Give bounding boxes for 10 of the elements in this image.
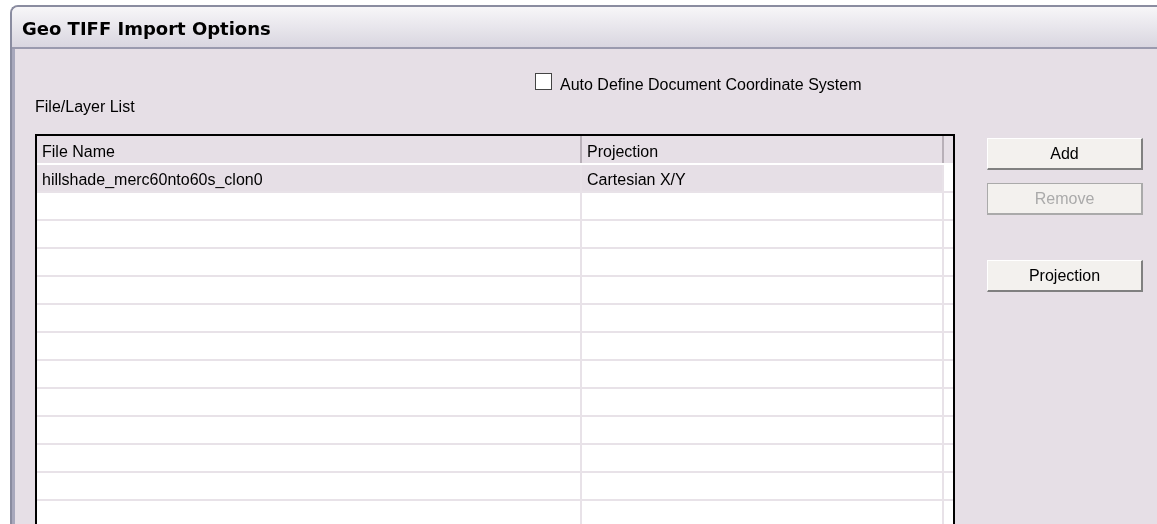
column-header[interactable]: File Name	[37, 136, 582, 163]
column-header[interactable]: Projection	[582, 136, 944, 163]
checkbox-label: Auto Define Document Coordinate System	[560, 75, 862, 95]
list-label: File/Layer List	[35, 98, 135, 115]
dialog-button[interactable]: Add	[987, 138, 1143, 170]
window-title: Geo TIFF Import Options	[22, 18, 271, 39]
dialog-button[interactable]: Projection	[987, 260, 1143, 292]
table-cell: hillshade_merc60nto60s_clon0	[37, 165, 582, 191]
checkbox[interactable]	[535, 73, 552, 90]
table-cell: Cartesian X/Y	[582, 165, 944, 191]
